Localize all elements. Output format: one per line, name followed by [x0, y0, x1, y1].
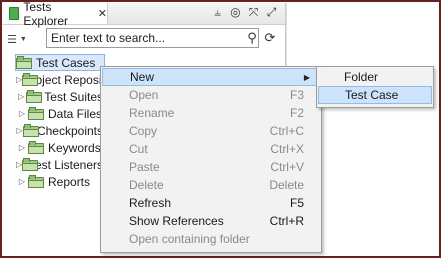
- tree-item-label: Reports: [48, 174, 91, 189]
- menu-item-shortcut: F2: [289, 106, 304, 120]
- menu-item-shortcut: Delete: [269, 178, 304, 192]
- tree-item-reports[interactable]: ▷ Reports: [16, 173, 103, 190]
- new-submenu: Folder Test Case: [316, 66, 434, 108]
- menu-item-show-references[interactable]: Show References Ctrl+R: [102, 212, 320, 230]
- menu-item-label: Paste: [129, 160, 160, 174]
- close-icon[interactable]: ✕: [98, 7, 107, 20]
- submenu-arrow-icon: ▶: [303, 72, 310, 82]
- tree-item-label: Data Files: [48, 106, 103, 121]
- tree-item-test-cases[interactable]: Test Cases: [15, 54, 105, 71]
- chevron-right-icon[interactable]: ▷: [16, 109, 28, 118]
- search-input[interactable]: [46, 28, 259, 48]
- chevron-right-icon[interactable]: ▷: [16, 177, 28, 186]
- menu-item-copy[interactable]: Copy Ctrl+C: [102, 122, 320, 140]
- menu-item-refresh[interactable]: Refresh F5: [102, 194, 320, 212]
- tree-item-label: Checkpoints: [36, 123, 103, 138]
- tree-item-keywords[interactable]: ▷ Keywords: [16, 139, 103, 156]
- folder-icon: [22, 158, 39, 171]
- collapse-icon[interactable]: ⤧: [246, 5, 261, 20]
- search-bar: ☰ ▼ ⚲ ⟳: [3, 26, 285, 52]
- tree-item-test-listeners[interactable]: ▷ Test Listeners: [16, 156, 103, 173]
- menu-item-paste[interactable]: Paste Ctrl+V: [102, 158, 320, 176]
- submenu-item-label: Folder: [344, 70, 379, 84]
- filter-icon: ☰: [7, 33, 17, 46]
- context-menu: New ▶ Open F3 Rename F2 Copy Ctrl+C Cut …: [100, 66, 322, 253]
- tree-item-data-files[interactable]: ▷ Data Files: [16, 105, 103, 122]
- tree-item-test-suites[interactable]: ▷ Test Suites: [16, 88, 103, 105]
- tree-item-label: Keywords: [48, 140, 101, 155]
- filter-dropdown[interactable]: ☰ ▼: [7, 30, 41, 48]
- menu-item-label: Open containing folder: [129, 232, 250, 246]
- folder-icon: [28, 175, 44, 188]
- menu-item-label: Delete: [129, 178, 164, 192]
- menu-item-label: Refresh: [129, 196, 172, 210]
- menu-item-delete[interactable]: Delete Delete: [102, 176, 320, 194]
- menu-item-shortcut: Ctrl+X: [270, 142, 304, 156]
- menu-item-label: Rename: [129, 106, 175, 120]
- submenu-item-folder[interactable]: Folder: [318, 68, 432, 86]
- menu-item-open[interactable]: Open F3: [102, 86, 320, 104]
- tree-item-object-repository[interactable]: ▷ Object Repository: [16, 71, 103, 88]
- folder-icon: [26, 90, 43, 103]
- chevron-right-icon[interactable]: ▷: [16, 143, 28, 152]
- tree-item-label: Test Suites: [44, 89, 103, 104]
- chevron-right-icon[interactable]: ▷: [16, 92, 26, 101]
- menu-item-open-containing-folder[interactable]: Open containing folder: [102, 230, 320, 248]
- folder-icon: [16, 56, 32, 69]
- tree-item-label: Test Cases: [36, 55, 96, 70]
- submenu-item-test-case[interactable]: Test Case: [318, 86, 432, 104]
- chevron-down-icon: ▼: [19, 35, 27, 43]
- folder-icon: [28, 141, 44, 154]
- menu-item-shortcut: Ctrl+V: [270, 160, 304, 174]
- pin-icon[interactable]: ⫨: [210, 5, 225, 20]
- folder-icon: [23, 124, 40, 137]
- menu-item-new[interactable]: New ▶: [102, 68, 320, 86]
- menu-item-shortcut: Ctrl+R: [269, 214, 304, 228]
- tab-title: Tests Explorer: [23, 0, 69, 28]
- menu-item-shortcut: F5: [289, 196, 304, 210]
- tests-explorer-icon: [9, 7, 20, 20]
- menu-item-cut[interactable]: Cut Ctrl+X: [102, 140, 320, 158]
- search-icon[interactable]: ⚲: [244, 30, 260, 46]
- menu-item-label: New: [130, 70, 155, 84]
- menu-item-label: Copy: [129, 124, 158, 138]
- tree-item-label: Test Listeners: [28, 157, 103, 172]
- expand-icon[interactable]: ⤢: [264, 5, 279, 20]
- target-icon[interactable]: ◎: [228, 5, 243, 20]
- chevron-right-icon[interactable]: ▷: [16, 126, 23, 135]
- tab-tests-explorer[interactable]: Tests Explorer ✕: [3, 0, 108, 28]
- panel-toolbar: ⫨ ◎ ⤧ ⤢: [210, 5, 279, 20]
- refresh-search-icon[interactable]: ⟳: [262, 30, 278, 46]
- tree-item-checkpoints[interactable]: ▷ Checkpoints: [16, 122, 103, 139]
- submenu-item-label: Test Case: [345, 88, 399, 102]
- menu-item-label: Open: [129, 88, 159, 102]
- menu-item-shortcut: Ctrl+C: [269, 124, 304, 138]
- menu-item-label: Cut: [129, 142, 148, 156]
- panel-titlebar: Tests Explorer ✕ ⫨ ◎ ⤧ ⤢: [3, 0, 285, 28]
- menu-item-shortcut: F3: [289, 88, 304, 102]
- menu-item-label: Show References: [129, 214, 224, 228]
- menu-item-rename[interactable]: Rename F2: [102, 104, 320, 122]
- folder-icon: [28, 107, 44, 120]
